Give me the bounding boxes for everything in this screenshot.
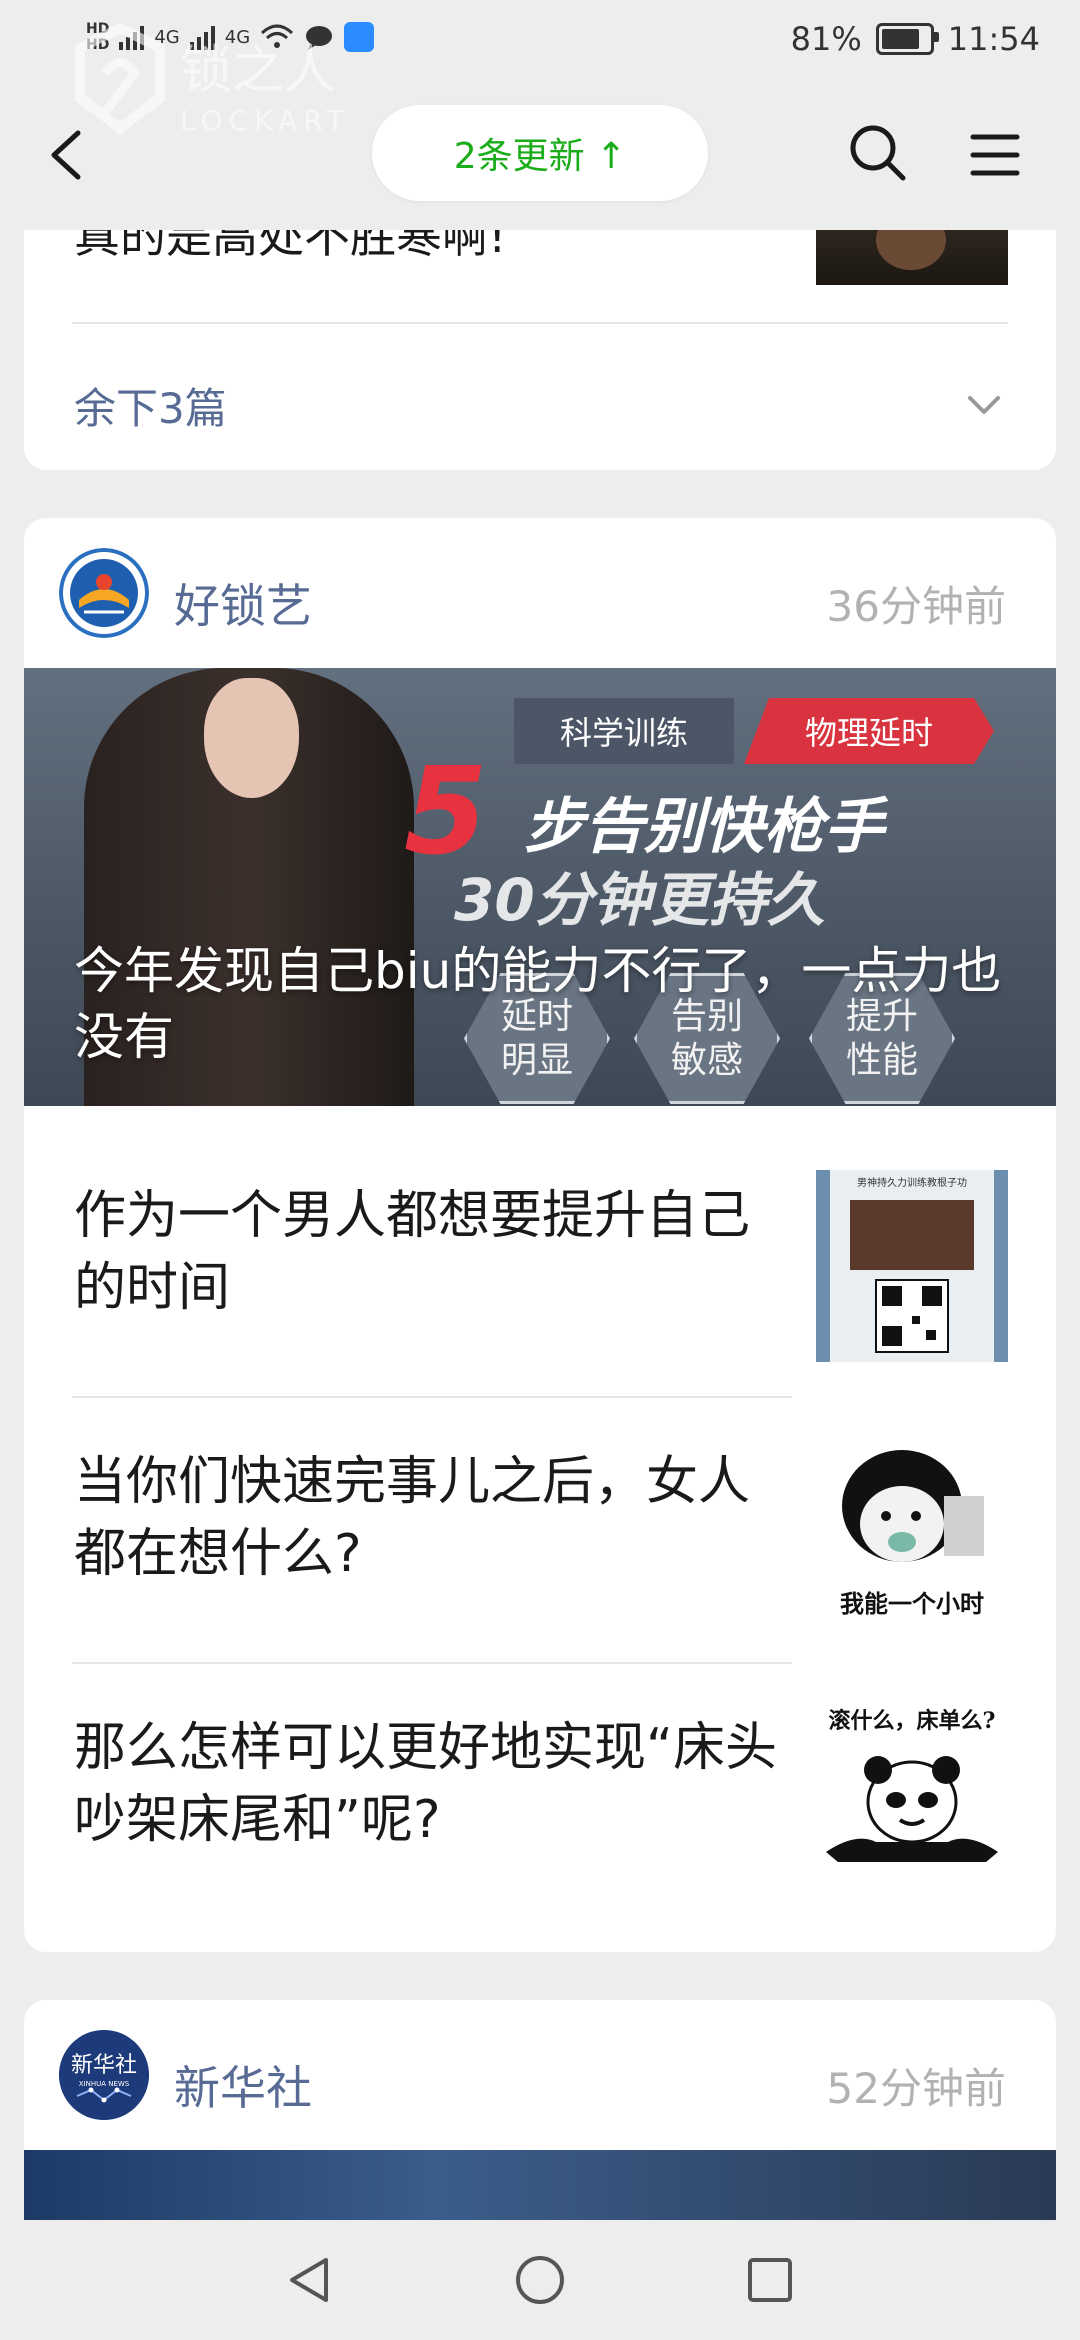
article-title[interactable]: 那么怎样可以更好地实现“床头吵架床尾和”呢?	[74, 1712, 794, 1856]
thumb-caption: 男神持久力训练教根子功	[857, 1176, 967, 1189]
menu-icon[interactable]	[965, 125, 1025, 185]
battery-percent: 81%	[790, 20, 862, 58]
network-type-label-2: 4G	[224, 26, 251, 48]
nav-home-circle-icon[interactable]	[512, 2252, 568, 2308]
account-avatar[interactable]	[59, 548, 149, 638]
status-icons-right: 81% 11:54	[791, 20, 1040, 58]
article-thumbnail-panda[interactable]: 滚什么，床单么?	[816, 1702, 1008, 1894]
hero-tag-left: 科学训练	[514, 698, 734, 764]
article-item[interactable]: 作为一个男人都想要提升自己的时间 男神持久力训练教根子功	[24, 1130, 1056, 1398]
updates-pill-button[interactable]: 2条更新 ↑	[372, 105, 708, 201]
article-item[interactable]: 当你们快速完事儿之后，女人都在想什么? 我能一个小时	[24, 1396, 1056, 1664]
thumb-caption: 滚什么，床单么?	[829, 1708, 996, 1734]
thumb-caption: 我能一个小时	[840, 1590, 984, 1618]
article-thumbnail[interactable]: 男神持久力训练教根子功	[816, 1170, 1008, 1362]
post-time: 52分钟前	[826, 2064, 1006, 2113]
message-icon	[306, 26, 333, 50]
hero-model-face	[204, 678, 299, 798]
account-header[interactable]: 好锁艺 36分钟前	[24, 518, 1056, 668]
hd-indicator: HD HD	[86, 21, 110, 53]
account-name[interactable]: 新华社	[174, 2052, 312, 2118]
chevron-down-icon[interactable]	[964, 390, 1004, 420]
account-card-haosuoyi: 好锁艺 36分钟前 科学训练 物理延时 5 步告别快枪手 30分钟更持久 延时 …	[24, 518, 1056, 1952]
post-time: 36分钟前	[826, 582, 1006, 631]
network-type-label: 4G	[154, 26, 180, 48]
nav-recents-square-icon[interactable]	[742, 2252, 798, 2308]
nav-back-triangle-icon[interactable]	[282, 2252, 338, 2308]
back-chevron-icon[interactable]	[40, 125, 100, 185]
status-icons-left: HD HD 4G 4G	[86, 12, 375, 62]
system-navigation-bar	[0, 2220, 1080, 2340]
battery-level	[881, 29, 919, 49]
account-avatar[interactable]: 新华社 XINHUA NEWS	[59, 2030, 149, 2120]
hero-tag-right: 物理延时	[744, 698, 994, 764]
hero-headline-1: 步告别快枪手	[524, 792, 884, 862]
cell-signal-icon-2	[189, 24, 215, 50]
article-title[interactable]: 当你们快速完事儿之后，女人都在想什么?	[74, 1446, 794, 1590]
clock: 11:54	[947, 20, 1040, 58]
top-navbar: 2条更新 ↑	[0, 80, 1080, 230]
wifi-icon	[261, 24, 294, 48]
account-header[interactable]: 新华社 XINHUA NEWS 新华社 52分钟前	[24, 2000, 1056, 2150]
account-name[interactable]: 好锁艺	[174, 570, 312, 636]
divider	[72, 322, 1008, 324]
cell-signal-icon	[119, 24, 145, 50]
article-title[interactable]: 作为一个男人都想要提升自己的时间	[74, 1180, 794, 1324]
hero-headline-2: 30分钟更持久	[454, 866, 825, 934]
app-notification-icon	[344, 22, 375, 52]
search-icon[interactable]	[845, 120, 909, 184]
avatar-text: 新华社	[71, 2053, 137, 2078]
battery-icon	[875, 23, 939, 55]
status-bar: HD HD 4G 4G 81% 11:54	[0, 0, 1080, 80]
article-thumbnail-meme[interactable]: 我能一个小时	[816, 1436, 1008, 1628]
hero-article[interactable]: 科学训练 物理延时 5 步告别快枪手 30分钟更持久 延时 明显 告别 敏感 提…	[24, 668, 1056, 1106]
article-item[interactable]: 那么怎样可以更好地实现“床头吵架床尾和”呢? 滚什么，床单么?	[24, 1662, 1056, 1930]
avatar-text-en: XINHUA NEWS	[79, 2080, 130, 2088]
hero-article-title[interactable]: 今年发现自己biu的能力不行了，一点力也没有	[74, 938, 1034, 1070]
remaining-articles-link[interactable]: 余下3篇	[74, 375, 227, 436]
